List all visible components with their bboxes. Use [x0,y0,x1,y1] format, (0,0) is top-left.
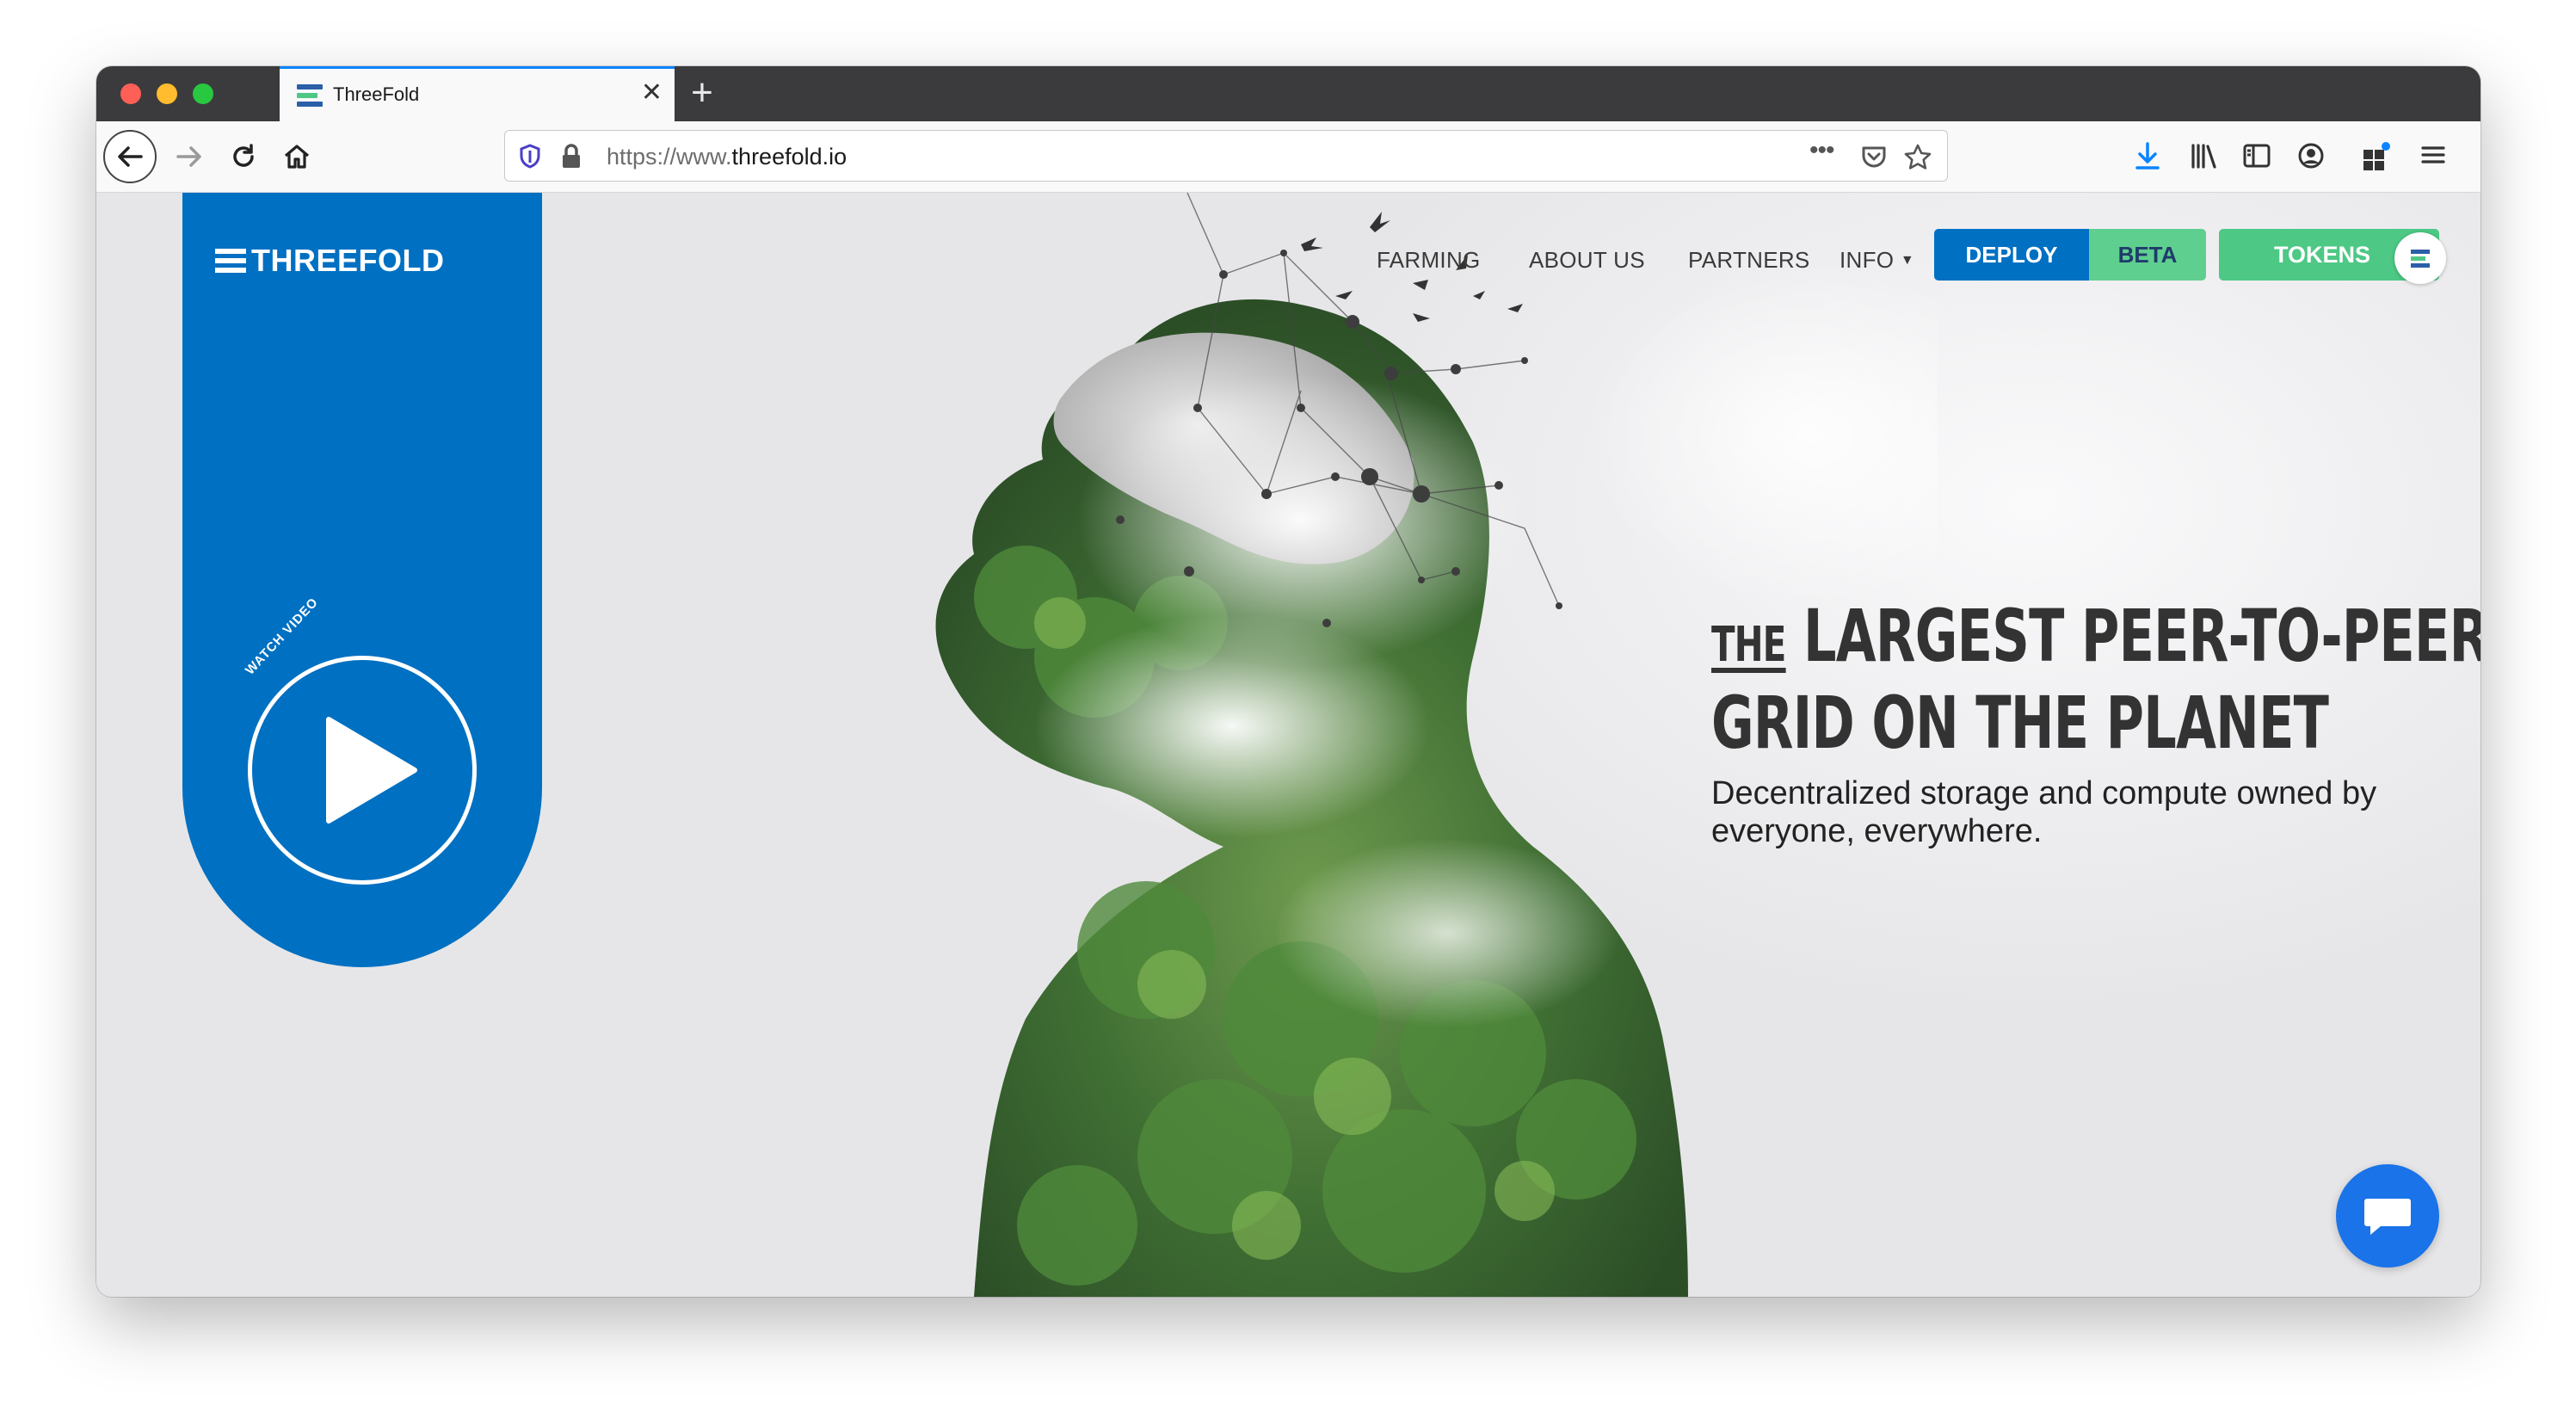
site-logo[interactable]: THREEFOLD [251,243,445,279]
hamburger-menu-icon[interactable] [2419,141,2447,169]
logo-panel: THREEFOLD WATCH VIDEO [182,193,542,967]
address-bar[interactable]: https://www.threefold.io ••• [504,130,1948,182]
threefold-logo-icon[interactable] [215,249,246,275]
sidebar-icon[interactable] [2242,141,2271,170]
nav-info[interactable]: INFO ▼ [1840,247,1914,274]
extensions-icon[interactable] [2361,141,2392,172]
browser-window: ThreeFold ✕ + https://www.threefold.io •… [96,66,2480,1297]
tokens-label: TOKENS [2274,242,2371,268]
library-icon[interactable] [2189,141,2218,170]
new-tab-button[interactable]: + [678,70,726,118]
arrow-left-icon [118,146,143,167]
pocket-icon[interactable] [1860,143,1888,170]
nav-info-label: INFO [1840,247,1895,273]
deploy-beta-button[interactable]: DEPLOY BETA [1934,229,2206,281]
hero-line-1: LARGEST PEER-TO-PEER [1803,594,2480,678]
reload-icon [233,144,254,167]
home-icon [284,145,310,169]
tab-strip: ThreeFold ✕ + [96,66,2480,121]
watch-video-label: WATCH VIDEO [243,595,322,678]
url-domain: threefold.io [731,144,847,170]
chat-icon [2364,1199,2411,1235]
tab-title: ThreeFold [333,83,420,105]
threefold-token-icon [2394,232,2446,284]
plus-icon: + [691,71,713,114]
nav-farming[interactable]: FARMING [1377,247,1481,274]
threefold-favicon-icon [297,84,323,107]
watch-video-button[interactable]: WATCH VIDEO [243,595,477,885]
forward-button[interactable] [165,133,213,181]
home-button[interactable] [273,133,321,181]
web-page: THREEFOLD WATCH VIDEO FARMING ABOUT US P… [96,193,2480,1297]
play-icon [326,717,417,824]
url-prefix: https://www. [607,144,732,170]
hero-the: THE [1711,617,1786,673]
nav-about-us[interactable]: ABOUT US [1529,247,1645,274]
zoom-window-button[interactable] [193,83,213,104]
hero-line-2: GRID ON THE PLANET [1711,681,2329,765]
navigation-toolbar: https://www.threefold.io ••• [96,121,2480,193]
lock-icon[interactable] [560,143,582,170]
hero-subtitle: Decentralized storage and compute owned … [1711,775,2377,849]
beta-label: BETA [2089,229,2206,281]
bookmark-star-icon[interactable] [1903,143,1932,172]
nav-partners[interactable]: PARTNERS [1688,247,1810,274]
tab-threefold[interactable]: ThreeFold ✕ [280,66,675,121]
tokens-button[interactable]: TOKENS [2219,229,2446,284]
hero-title: THE LARGEST PEER-TO-PEER GRID ON THE PLA… [1711,597,2480,762]
hero-section: THE LARGEST PEER-TO-PEER GRID ON THE PLA… [1711,597,2480,849]
page-actions-icon[interactable]: ••• [1809,136,1834,165]
tracking-protection-shield-icon[interactable] [517,143,543,170]
reload-button[interactable] [219,133,268,181]
back-button[interactable] [103,130,157,183]
minimize-window-button[interactable] [157,83,177,104]
deploy-label: DEPLOY [1934,229,2089,281]
close-window-button[interactable] [120,83,141,104]
arrow-right-icon [176,146,201,167]
chat-button[interactable] [2336,1164,2439,1268]
tab-close-icon[interactable]: ✕ [641,77,662,108]
account-icon[interactable] [2296,141,2326,170]
download-icon[interactable] [2134,141,2161,170]
url-text[interactable]: https://www.threefold.io [607,144,847,170]
caret-down-icon: ▼ [1900,253,1914,268]
